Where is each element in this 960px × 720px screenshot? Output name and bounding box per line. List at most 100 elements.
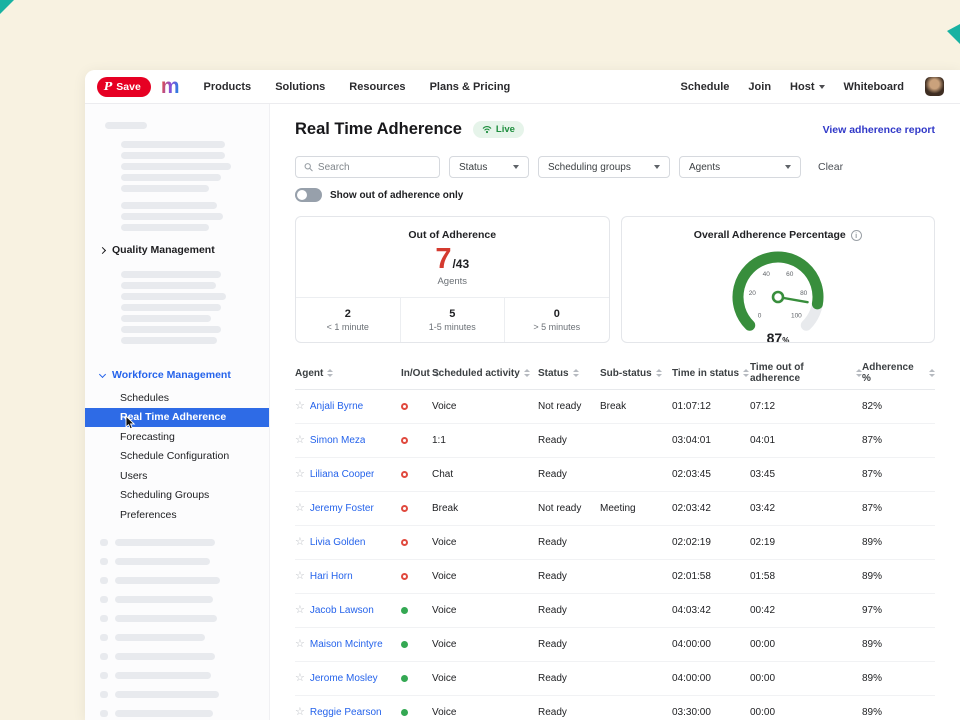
star-icon[interactable]: ☆ [295,605,305,616]
column-header-agent[interactable]: Agent [295,368,388,379]
scheduling-groups-filter[interactable]: Scheduling groups [538,156,670,178]
skeleton-bar [121,326,221,333]
skeleton-bar [121,185,209,192]
star-icon[interactable]: ☆ [295,401,305,412]
info-icon[interactable]: i [851,230,862,241]
gauge-wrap: 02040608010087% [622,241,935,343]
sidebar-item-label: Users [120,470,147,482]
nav-item-label: Schedule [681,81,730,93]
sidebar-item-scheduling-groups[interactable]: Scheduling Groups [85,486,269,506]
star-icon[interactable]: ☆ [295,435,305,446]
nav-item-resources[interactable]: Resources [349,81,405,93]
column-label: Status [538,368,569,379]
sidebar-item-real-time-adherence[interactable]: Real Time Adherence [85,408,269,428]
agent-link[interactable]: Anjali Byrne [310,401,363,412]
agent-link[interactable]: Jeremy Foster [310,503,374,514]
sidebar-item-users[interactable]: Users [85,466,269,486]
column-header-adherence[interactable]: Adherence % [862,362,935,384]
agent-cell: ☆ Simon Meza [295,435,388,446]
nav-item-join[interactable]: Join [748,81,771,93]
sidebar-item-forecasting[interactable]: Forecasting [85,427,269,447]
skeleton-bar [115,558,210,565]
star-icon[interactable]: ☆ [295,469,305,480]
star-icon[interactable]: ☆ [295,673,305,684]
nav-item-products[interactable]: Products [204,81,252,93]
substatus-cell: Break [600,401,672,412]
sidebar-item-label: Preferences [120,509,177,521]
agent-link[interactable]: Liliana Cooper [310,469,375,480]
agent-cell: ☆ Anjali Byrne [295,401,388,412]
agents-filter[interactable]: Agents [679,156,801,178]
gauge-tick-label: 100 [791,313,802,320]
nav-item-whiteboard[interactable]: Whiteboard [844,81,905,93]
column-header-time-in-status[interactable]: Time in status [672,368,750,379]
app-window: P Save m Products Solutions Resources Plans… [85,70,960,720]
activity-cell: Voice [432,571,538,582]
time-in-status-cell: 03:04:01 [672,435,750,446]
agent-link[interactable]: Reggie Pearson [310,707,382,718]
nav-item-host[interactable]: Host [790,81,824,93]
agent-link[interactable]: Livia Golden [310,537,366,548]
view-adherence-report-link[interactable]: View adherence report [823,124,935,136]
adherence-cell: 89% [862,537,935,548]
column-header-time-out-of-adherence[interactable]: Time out of adherence [750,362,862,384]
sidebar-item-schedule-configuration[interactable]: Schedule Configuration [85,447,269,467]
agent-link[interactable]: Jacob Lawson [310,605,374,616]
skeleton-dash [100,672,108,679]
out-of-adherence-toggle[interactable] [295,188,322,202]
table-row: ☆Anjali ByrneVoiceNot readyBreak01:07:12… [295,390,935,424]
column-header-status[interactable]: Status [538,368,600,379]
sidebar-item-workforce-management[interactable]: Workforce Management [85,366,269,384]
app-logo[interactable]: m [161,76,180,97]
star-icon[interactable]: ☆ [295,503,305,514]
adherence-cell: 89% [862,639,935,650]
sidebar-item-schedules[interactable]: Schedules [85,388,269,408]
table-row: ☆Simon Meza1:1Ready03:04:0104:0187% [295,424,935,458]
inout-in-indicator [401,607,408,614]
adherence-cell: 87% [862,435,935,446]
skeleton-row [85,691,269,698]
bucket-over-5-minutes: 0 > 5 minutes [504,298,609,342]
skeleton-bar [121,152,225,159]
star-icon[interactable]: ☆ [295,707,305,718]
status-cell: Ready [538,605,600,616]
inout-cell [388,607,432,614]
skeleton-bar [121,304,221,311]
pinterest-save-button[interactable]: P Save [97,77,151,97]
table-row: ☆Liliana CooperChatReady02:03:4503:4587% [295,458,935,492]
clear-filters-button[interactable]: Clear [818,161,843,173]
agent-link[interactable]: Hari Horn [310,571,353,582]
adherence-cell: 87% [862,469,935,480]
sidebar-item-quality-management[interactable]: Quality Management [85,241,269,259]
status-filter[interactable]: Status [449,156,529,178]
nav-left-items: Products Solutions Resources Plans & Pricin… [204,81,511,93]
time-out-of-adherence-cell: 00:42 [750,605,862,616]
column-header-sub-status[interactable]: Sub-status [600,368,672,379]
skeleton-bar [121,163,231,170]
column-header-scheduled-activity[interactable]: Scheduled activity [432,368,538,379]
time-in-status-cell: 02:03:42 [672,503,750,514]
user-avatar[interactable] [925,77,944,96]
agent-link[interactable]: Simon Meza [310,435,366,446]
star-icon[interactable]: ☆ [295,537,305,548]
column-header-in-out[interactable]: In/Out [388,368,432,379]
skeleton-bar [115,691,219,698]
pinterest-save-label: Save [116,81,141,93]
filters-bar: Status Scheduling groups Agents Clear [295,156,935,178]
search-input[interactable] [318,162,431,173]
nav-item-schedule[interactable]: Schedule [681,81,730,93]
column-label: In/Out [401,368,430,379]
activity-cell: Voice [432,673,538,684]
nav-item-solutions[interactable]: Solutions [275,81,325,93]
agent-link[interactable]: Jerome Mosley [310,673,378,684]
nav-item-plans-pricing[interactable]: Plans & Pricing [430,81,511,93]
star-icon[interactable]: ☆ [295,571,305,582]
star-icon[interactable]: ☆ [295,639,305,650]
table-row: ☆Livia GoldenVoiceReady02:02:1902:1989% [295,526,935,560]
skeleton-bar [105,122,147,129]
agent-link[interactable]: Maison Mcintyre [310,639,383,650]
bucket-value: 5 [449,308,455,320]
sidebar-item-preferences[interactable]: Preferences [85,505,269,525]
activity-cell: 1:1 [432,435,538,446]
skeleton-group-2 [85,141,269,192]
